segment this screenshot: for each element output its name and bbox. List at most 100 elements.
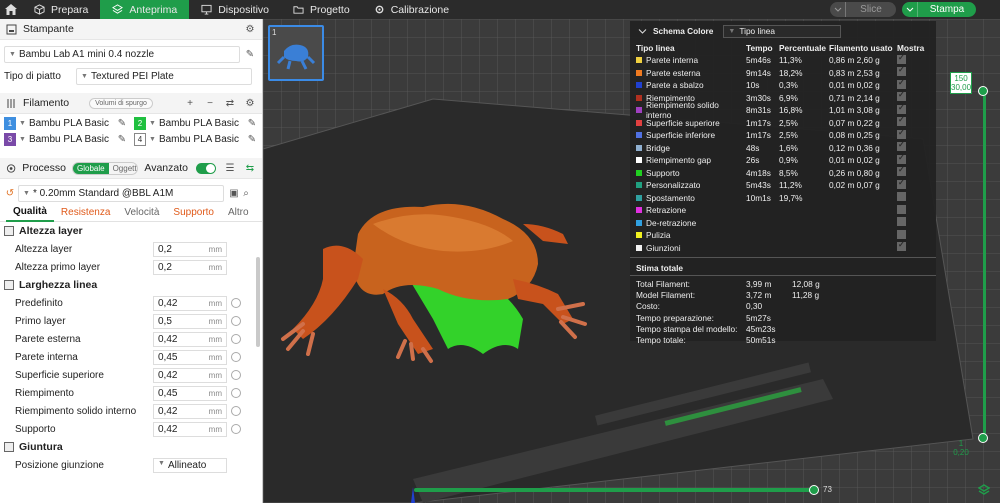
show-checkbox[interactable] [897,192,906,202]
tab-calibration[interactable]: Calibrazione [362,0,461,19]
sync-icon[interactable]: ⇄ [224,97,236,109]
show-checkbox[interactable] [897,78,906,89]
color-scheme-select[interactable]: ▼ Tipo linea [723,24,842,38]
panel-scrollbar[interactable] [256,257,260,347]
chevron-down-icon[interactable] [902,2,918,17]
show-checkbox[interactable] [897,103,906,114]
filament-slot-1[interactable]: 1 ▼ Bambu PLA Basic ✎ [4,117,128,130]
edit-icon[interactable]: ✎ [116,134,128,146]
filament-number: 1 [4,117,16,130]
edit-icon[interactable]: ✎ [246,134,258,146]
objects-toggle[interactable]: Oggetti [109,163,138,174]
tab-project[interactable]: Progetto [281,0,362,19]
top-layer-label: 150 30,00 [950,72,972,94]
tab-label: Calibrazione [390,3,450,16]
show-checkbox[interactable] [897,178,906,189]
bottom-layer-number: 1 [958,439,964,448]
tab-prepare[interactable]: Prepara [22,0,100,19]
show-checkbox[interactable] [897,115,906,127]
settings-icon[interactable]: ⚙ [244,97,256,109]
param-value: 0,42 [158,333,178,345]
slice-button[interactable]: Slice [830,2,896,17]
show-checkbox[interactable] [897,217,906,227]
line-type-name: Giunzioni [646,242,681,253]
line-type-time: 5m46s [746,55,771,66]
add-icon[interactable]: + [184,97,196,109]
tab-speed[interactable]: Velocità [117,204,166,222]
show-checkbox[interactable] [897,65,906,77]
param-input[interactable]: 0,42 mm [153,403,227,419]
param-input[interactable]: 0,42 mm [153,421,227,437]
top-layer-handle[interactable] [978,86,988,96]
line-type-name: Bridge [646,142,670,153]
home-icon[interactable] [0,0,22,19]
compare-icon[interactable]: ⇆ [244,162,256,174]
param-input[interactable]: 0,42 mm [153,367,227,383]
show-checkbox[interactable] [897,128,906,139]
tab-preview[interactable]: Anteprima [100,0,190,19]
column-header: Tipo linea [636,42,675,53]
total-value-weight: 12,08 g [792,278,820,289]
plate-thumbnail[interactable]: 1 [268,25,324,81]
param-input[interactable]: 0,2 mm [153,259,227,275]
advanced-switch[interactable] [196,162,216,174]
show-checkbox[interactable] [897,204,906,214]
move-slider-handle[interactable] [809,485,819,495]
param-input[interactable]: 0,45 mm [153,349,227,365]
edit-icon[interactable]: ✎ [246,118,258,130]
column-header: Tempo [746,42,773,53]
process-profile-name: * 0.20mm Standard @BBL A1M [32,187,174,199]
remove-icon[interactable]: − [204,97,216,109]
printer-select[interactable]: ▼ Bambu Lab A1 mini 0.4 nozzle [4,45,240,63]
reset-icon[interactable]: ↺ [4,187,16,199]
process-profile-select[interactable]: ▼ * 0.20mm Standard @BBL A1M [18,184,224,202]
plate-type-label: Tipo di piatto [4,70,61,82]
purge-volumes-button[interactable]: Volumi di spurgo [89,97,153,109]
show-checkbox[interactable] [897,153,906,164]
tab-strength[interactable]: Resistenza [54,204,117,222]
param-label: Riempimento solido interno [15,405,137,417]
filament-slot-4[interactable]: 4 ▼ Bambu PLA Basic ✎ [134,133,258,146]
tab-device[interactable]: Dispositivo [189,0,281,19]
line-type-time: 1m17s [746,117,771,128]
layer-slider-track[interactable] [983,88,986,440]
print-button[interactable]: Stampa [902,2,976,17]
param-input[interactable]: 0,5 mm [153,313,227,329]
global-toggle[interactable]: Globale [73,162,109,174]
color-swatch [636,144,642,151]
param-input[interactable]: 0,42 mm [153,295,227,311]
legend-row: Bridge 48s 1,6% 0,12 m 0,36 g [630,140,936,155]
search-icon[interactable]: ⌕ [240,187,252,199]
bottom-layer-handle[interactable] [978,433,988,443]
show-checkbox[interactable] [897,90,906,102]
param-input[interactable]: 0,42 mm [153,331,227,347]
param-select[interactable]: ▼ Allineato [153,457,227,473]
show-checkbox[interactable] [897,165,906,177]
plate-type-select[interactable]: ▼ Textured PEI Plate [76,67,252,85]
show-checkbox[interactable] [897,240,906,252]
tab-support[interactable]: Supporto [166,204,221,222]
chevron-down-icon[interactable] [830,2,846,17]
chevron-down-icon[interactable] [638,27,647,36]
show-checkbox[interactable] [897,229,906,239]
move-slider-track[interactable] [414,488,816,492]
param-input[interactable]: 0,45 mm [153,385,227,401]
list-icon[interactable]: ☰ [224,162,236,174]
filament-slot-2[interactable]: 2 ▼ Bambu PLA Basic ✎ [134,117,258,130]
edit-icon[interactable]: ✎ [116,118,128,130]
show-checkbox[interactable] [897,140,906,152]
legend-header-row: Tipo linea Tempo Percentuale Filamento u… [630,41,936,54]
param-row: Riempimento solido interno 0,42 mm [0,402,262,420]
edit-icon[interactable]: ✎ [244,48,256,60]
tab-other[interactable]: Altro [221,204,256,222]
tab-quality[interactable]: Qualità [6,204,54,222]
color-swatch [636,57,642,64]
settings-icon[interactable]: ⚙ [244,23,256,35]
layers-icon[interactable] [977,484,991,499]
legend-row: De-retrazione [630,217,936,230]
save-icon[interactable]: ▣ [228,187,240,199]
show-checkbox[interactable] [897,53,906,64]
filament-slot-3[interactable]: 3 ▼ Bambu PLA Basic ✎ [4,133,128,146]
param-input[interactable]: 0,2 mm [153,241,227,257]
line-type-percentage: 2,5% [779,130,798,141]
